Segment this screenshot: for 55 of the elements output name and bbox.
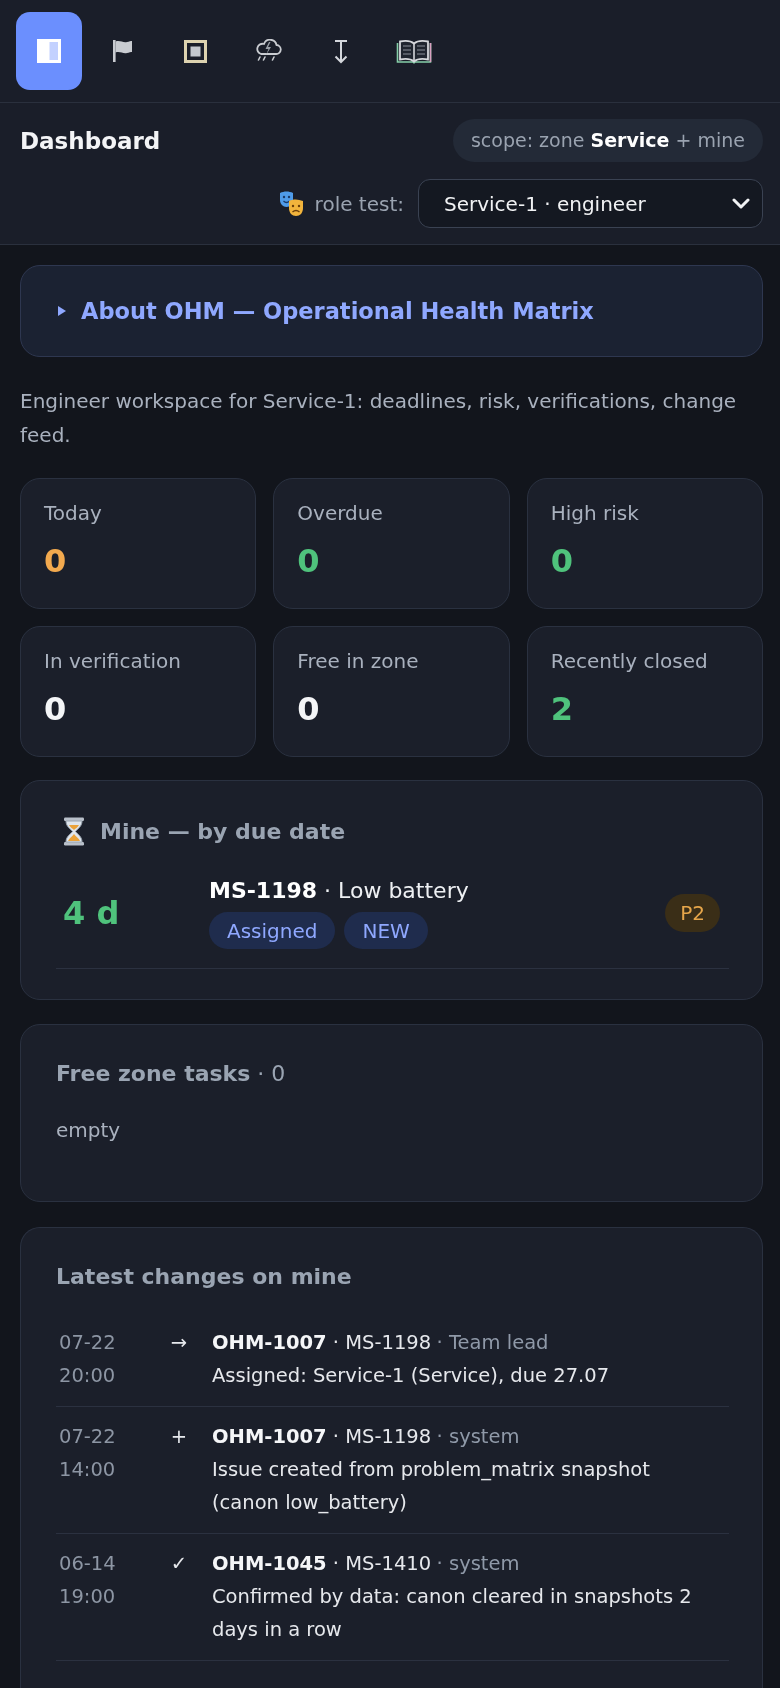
change-actor: · Team lead <box>436 1330 549 1356</box>
change-title[interactable]: OHM-1007 · MS-1198 <box>212 1420 432 1453</box>
status-tag: Assigned <box>209 912 336 949</box>
toolbar-button[interactable] <box>16 12 82 90</box>
stat-label: Recently closed <box>550 649 709 673</box>
change-description: Assigned: Service-1 (Service), due 27.07 <box>212 1363 611 1389</box>
stop-square-icon <box>183 39 207 63</box>
theater-masks-icon <box>278 190 304 217</box>
page-title: Dashboard <box>20 127 161 154</box>
role-label: role test: <box>314 191 404 216</box>
change-time: 19:00 <box>59 1584 116 1610</box>
change-title[interactable]: OHM-1007 · MS-1198 <box>212 1326 432 1359</box>
stat-label: In verification <box>44 649 182 673</box>
role-select[interactable]: Service-1 · engineer <box>418 179 763 228</box>
stat-label: Overdue <box>297 501 384 525</box>
chevron-down-icon <box>732 198 750 209</box>
priority-badge: P2 <box>665 893 720 932</box>
change-time: 14:00 <box>59 1457 116 1483</box>
stat-label: Free in zone <box>297 649 420 673</box>
stat-value: 0 <box>44 690 67 728</box>
storm-cloud-icon <box>254 39 282 63</box>
change-type-symbol: + <box>170 1425 188 1448</box>
change-time: 20:00 <box>59 1363 116 1389</box>
page-description: Engineer workspace for Service-1: deadlines, risk, verifications, change feed. <box>20 388 738 449</box>
change-actor: · system <box>436 1551 520 1577</box>
about-disclosure[interactable]: About OHM — Operational Health Matrix <box>20 265 763 357</box>
stat-value: 0 <box>297 542 320 580</box>
task-title[interactable]: MS-1198 · Low battery <box>209 876 666 906</box>
stat-value: 0 <box>550 542 573 580</box>
change-description: Confirmed by data: canon cleared in snapshots 2 days in a row <box>212 1584 693 1643</box>
change-actor: · system <box>436 1424 520 1450</box>
change-title[interactable]: OHM-1045 · MS-1410 <box>212 1547 432 1580</box>
due-countdown: 4 d <box>63 893 120 932</box>
stat-value: 0 <box>44 542 67 580</box>
status-tag: NEW <box>344 912 428 949</box>
change-date: 07-22 <box>59 1330 116 1356</box>
scope-badge: scope: zone Service + mine <box>452 119 763 162</box>
stat-value: 2 <box>550 690 573 728</box>
panel-icon <box>37 39 61 63</box>
card-title: Mine — by due date <box>100 818 346 844</box>
book-icon <box>396 38 432 64</box>
stat-label: Today <box>44 501 103 525</box>
change-date: 07-22 <box>59 1424 116 1450</box>
change-type-symbol: ✓ <box>170 1552 188 1575</box>
hourglass-icon <box>63 816 85 846</box>
down-arrow-icon <box>332 38 350 64</box>
card-title: Free zone tasks · 0 <box>56 1060 287 1088</box>
change-description: Issue created from problem_matrix snapshot (canon low_battery) <box>212 1457 651 1516</box>
stat-label: High risk <box>550 501 640 525</box>
stat-value: 0 <box>297 690 320 728</box>
change-date: 06-14 <box>59 1551 116 1577</box>
change-type-symbol: → <box>170 1331 188 1354</box>
empty-message: empty <box>56 1118 122 1142</box>
flag-icon <box>111 40 133 62</box>
card-title: Latest changes on mine <box>56 1263 353 1291</box>
